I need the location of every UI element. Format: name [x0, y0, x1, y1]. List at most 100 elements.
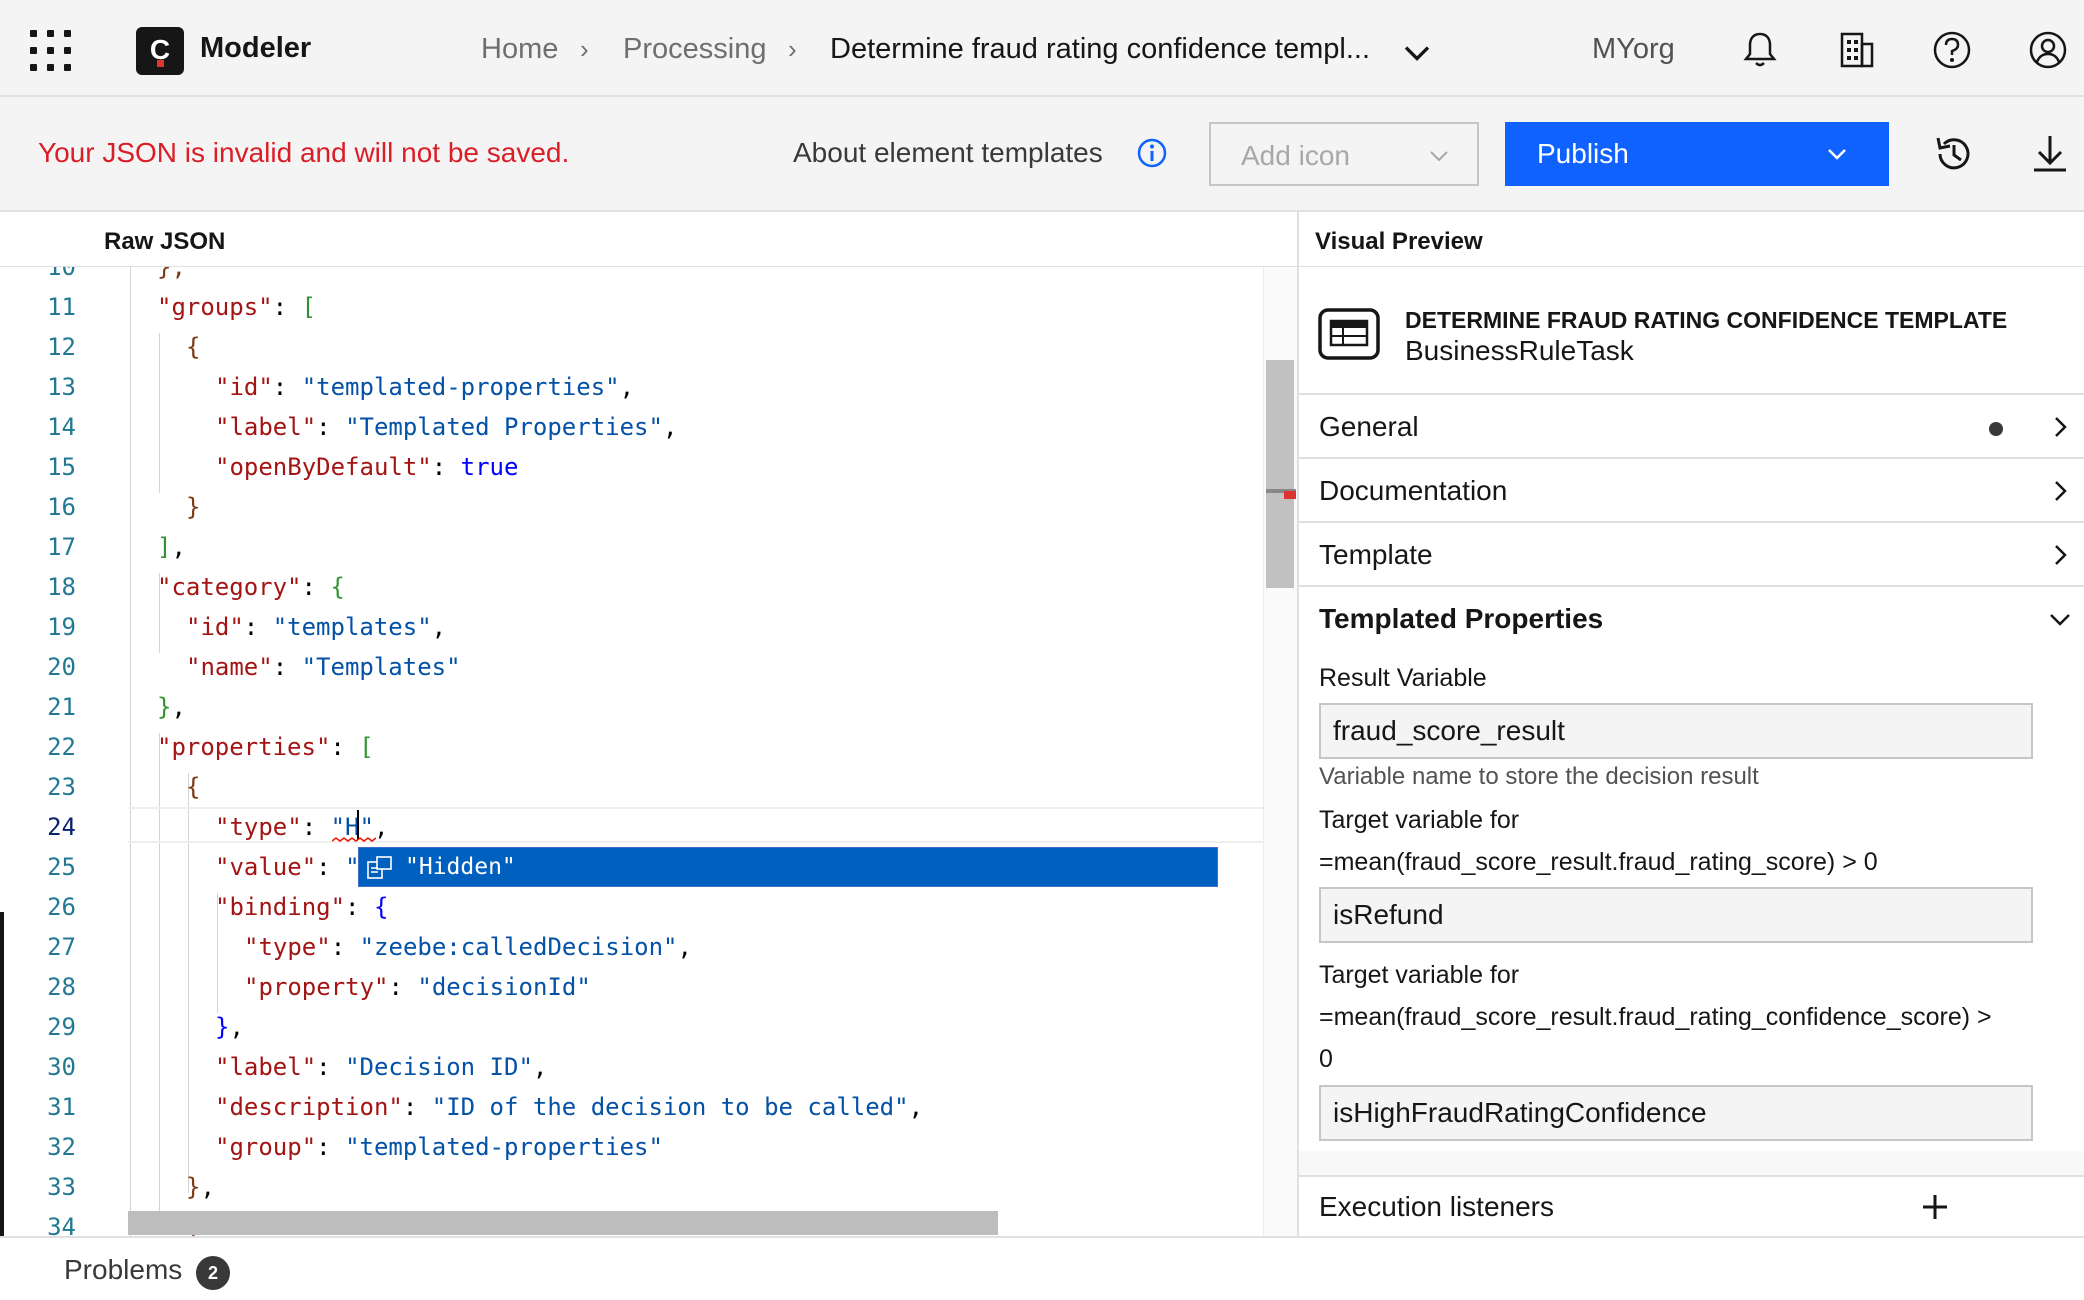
- line-number: 14: [47, 413, 76, 441]
- code-line: {: [186, 333, 201, 361]
- text-cursor: [357, 810, 359, 840]
- indent-guide: [159, 333, 160, 493]
- result-variable-input[interactable]: fraud_score_result: [1319, 703, 2033, 759]
- horizontal-scrollbar-thumb[interactable]: [128, 1211, 998, 1235]
- line-number: 32: [47, 1133, 76, 1161]
- chevron-right-icon: [2055, 481, 2067, 501]
- group-documentation[interactable]: Documentation: [1299, 459, 2084, 523]
- overview-ruler-error: [1284, 491, 1296, 499]
- result-variable-help: Variable name to store the decision resu…: [1319, 763, 1759, 790]
- chevron-down-icon: [1430, 151, 1448, 162]
- breadcrumb-home[interactable]: Home: [481, 33, 558, 66]
- data-indicator-dot: [1989, 422, 2003, 436]
- raw-json-header: Raw JSON: [0, 212, 1297, 268]
- breadcrumb-processing[interactable]: Processing: [623, 33, 766, 66]
- file-menu-chevron-icon[interactable]: [1395, 30, 1439, 74]
- publish-label: Publish: [1537, 138, 1629, 169]
- target-variable-expression-cont: 0: [1319, 1045, 1333, 1073]
- line-number: 20: [47, 653, 76, 681]
- input-value: fraud_score_result: [1333, 715, 1565, 746]
- code-line: "name": "Templates": [186, 653, 461, 681]
- line-number: 12: [47, 333, 76, 361]
- is-high-fraud-rating-confidence-input[interactable]: isHighFraudRatingConfidence: [1319, 1085, 2033, 1141]
- line-number: 25: [47, 853, 76, 881]
- problems-bar[interactable]: Problems 2: [0, 1236, 2084, 1300]
- business-rule-task-icon: [1318, 308, 1380, 360]
- add-plus-icon[interactable]: [1919, 1191, 1951, 1223]
- line-number: 11: [47, 293, 76, 321]
- window-edge: [0, 912, 4, 1242]
- code-line: "label": "Templated Properties",: [215, 413, 678, 441]
- line-number: 30: [47, 1053, 76, 1081]
- org-name[interactable]: MYorg: [1592, 33, 1675, 66]
- element-type: BusinessRuleTask: [1405, 335, 1634, 366]
- invalid-json-error: Your JSON is invalid and will not be sav…: [38, 137, 570, 168]
- vertical-scrollbar-thumb[interactable]: [1266, 360, 1294, 588]
- chevron-right-icon: [2055, 417, 2067, 437]
- line-number: 23: [47, 773, 76, 801]
- code-line: },: [157, 266, 186, 281]
- element-header: DETERMINE FRAUD RATING CONFIDENCE TEMPLA…: [1299, 267, 2084, 395]
- indent-guide: [130, 267, 131, 1236]
- code-line: "label": "Decision ID",: [215, 1053, 548, 1081]
- autocomplete-suggestion[interactable]: "Hidden": [358, 847, 1218, 887]
- line-number-gutter: 10 11 12 13 14 15 16 17 18 19 20 21 22 2…: [0, 267, 128, 1236]
- raw-json-title: Raw JSON: [104, 228, 226, 255]
- add-icon-dropdown[interactable]: Add icon: [1209, 122, 1479, 186]
- properties-panel: DETERMINE FRAUD RATING CONFIDENCE TEMPLA…: [1299, 266, 2084, 1236]
- chevron-right-icon: [2055, 545, 2067, 565]
- notification-bell-icon[interactable]: [1738, 28, 1782, 72]
- version-history-icon[interactable]: [1930, 130, 1978, 178]
- problems-label[interactable]: Problems: [64, 1254, 182, 1286]
- group-label: General: [1319, 411, 1419, 442]
- code-line: "id": "templates",: [186, 613, 447, 641]
- templated-properties-body: Result Variable fraud_score_result Varia…: [1299, 651, 2084, 1151]
- line-number: 33: [47, 1173, 76, 1201]
- group-templated-properties[interactable]: Templated Properties: [1299, 587, 2084, 651]
- line-number: 21: [47, 693, 76, 721]
- code-line: ],: [157, 533, 186, 561]
- code-line: "property": "decisionId": [244, 973, 591, 1001]
- line-number: 29: [47, 1013, 76, 1041]
- top-header: C Modeler Home › Processing › Determine …: [0, 0, 2084, 97]
- json-code-editor[interactable]: 10 11 12 13 14 15 16 17 18 19 20 21 22 2…: [0, 266, 1297, 1236]
- group-label: Template: [1319, 539, 1433, 570]
- code-line: "binding": {: [215, 893, 389, 921]
- line-number: 15: [47, 453, 76, 481]
- is-refund-input[interactable]: isRefund: [1319, 887, 2033, 943]
- group-label: Templated Properties: [1319, 603, 1604, 634]
- user-account-icon[interactable]: [2026, 28, 2070, 72]
- code-line: "id": "templated-properties",: [215, 373, 635, 401]
- snippet-icon: [367, 856, 392, 879]
- download-icon[interactable]: [2026, 130, 2074, 178]
- group-general[interactable]: General: [1299, 395, 2084, 459]
- code-line: "group": "templated-properties": [215, 1133, 663, 1161]
- group-template[interactable]: Template: [1299, 523, 2084, 587]
- error-squiggle: [332, 837, 376, 842]
- app-switcher-icon[interactable]: [30, 30, 74, 74]
- organization-building-icon[interactable]: [1834, 28, 1878, 72]
- line-number: 13: [47, 373, 76, 401]
- info-icon[interactable]: [1136, 137, 1168, 169]
- visual-preview-title: Visual Preview: [1315, 228, 1483, 255]
- line-number: 27: [47, 933, 76, 961]
- about-element-templates-link[interactable]: About element templates: [793, 137, 1103, 169]
- input-value: isRefund: [1333, 899, 1444, 930]
- group-execution-listeners[interactable]: Execution listeners: [1299, 1175, 2084, 1236]
- breadcrumb-separator-icon: ›: [580, 34, 589, 64]
- chevron-down-icon[interactable]: [1825, 142, 1849, 166]
- line-number: 18: [47, 573, 76, 601]
- publish-button[interactable]: Publish: [1505, 122, 1889, 186]
- chevron-down-icon: [2050, 614, 2070, 626]
- line-number: 22: [47, 733, 76, 761]
- code-line: "description": "ID of the decision to be…: [215, 1093, 924, 1121]
- camunda-logo[interactable]: C: [136, 27, 184, 75]
- target-variable-expression: =mean(fraud_score_result.fraud_rating_sc…: [1319, 848, 1878, 876]
- code-line: "groups": [: [157, 293, 316, 321]
- target-variable-label: Target variable for: [1319, 961, 1520, 989]
- code-line: },: [215, 1013, 244, 1041]
- visual-preview-header: Visual Preview: [1299, 212, 2084, 268]
- result-variable-label: Result Variable: [1319, 664, 1487, 692]
- help-icon[interactable]: [1930, 28, 1974, 72]
- line-number: 16: [47, 493, 76, 521]
